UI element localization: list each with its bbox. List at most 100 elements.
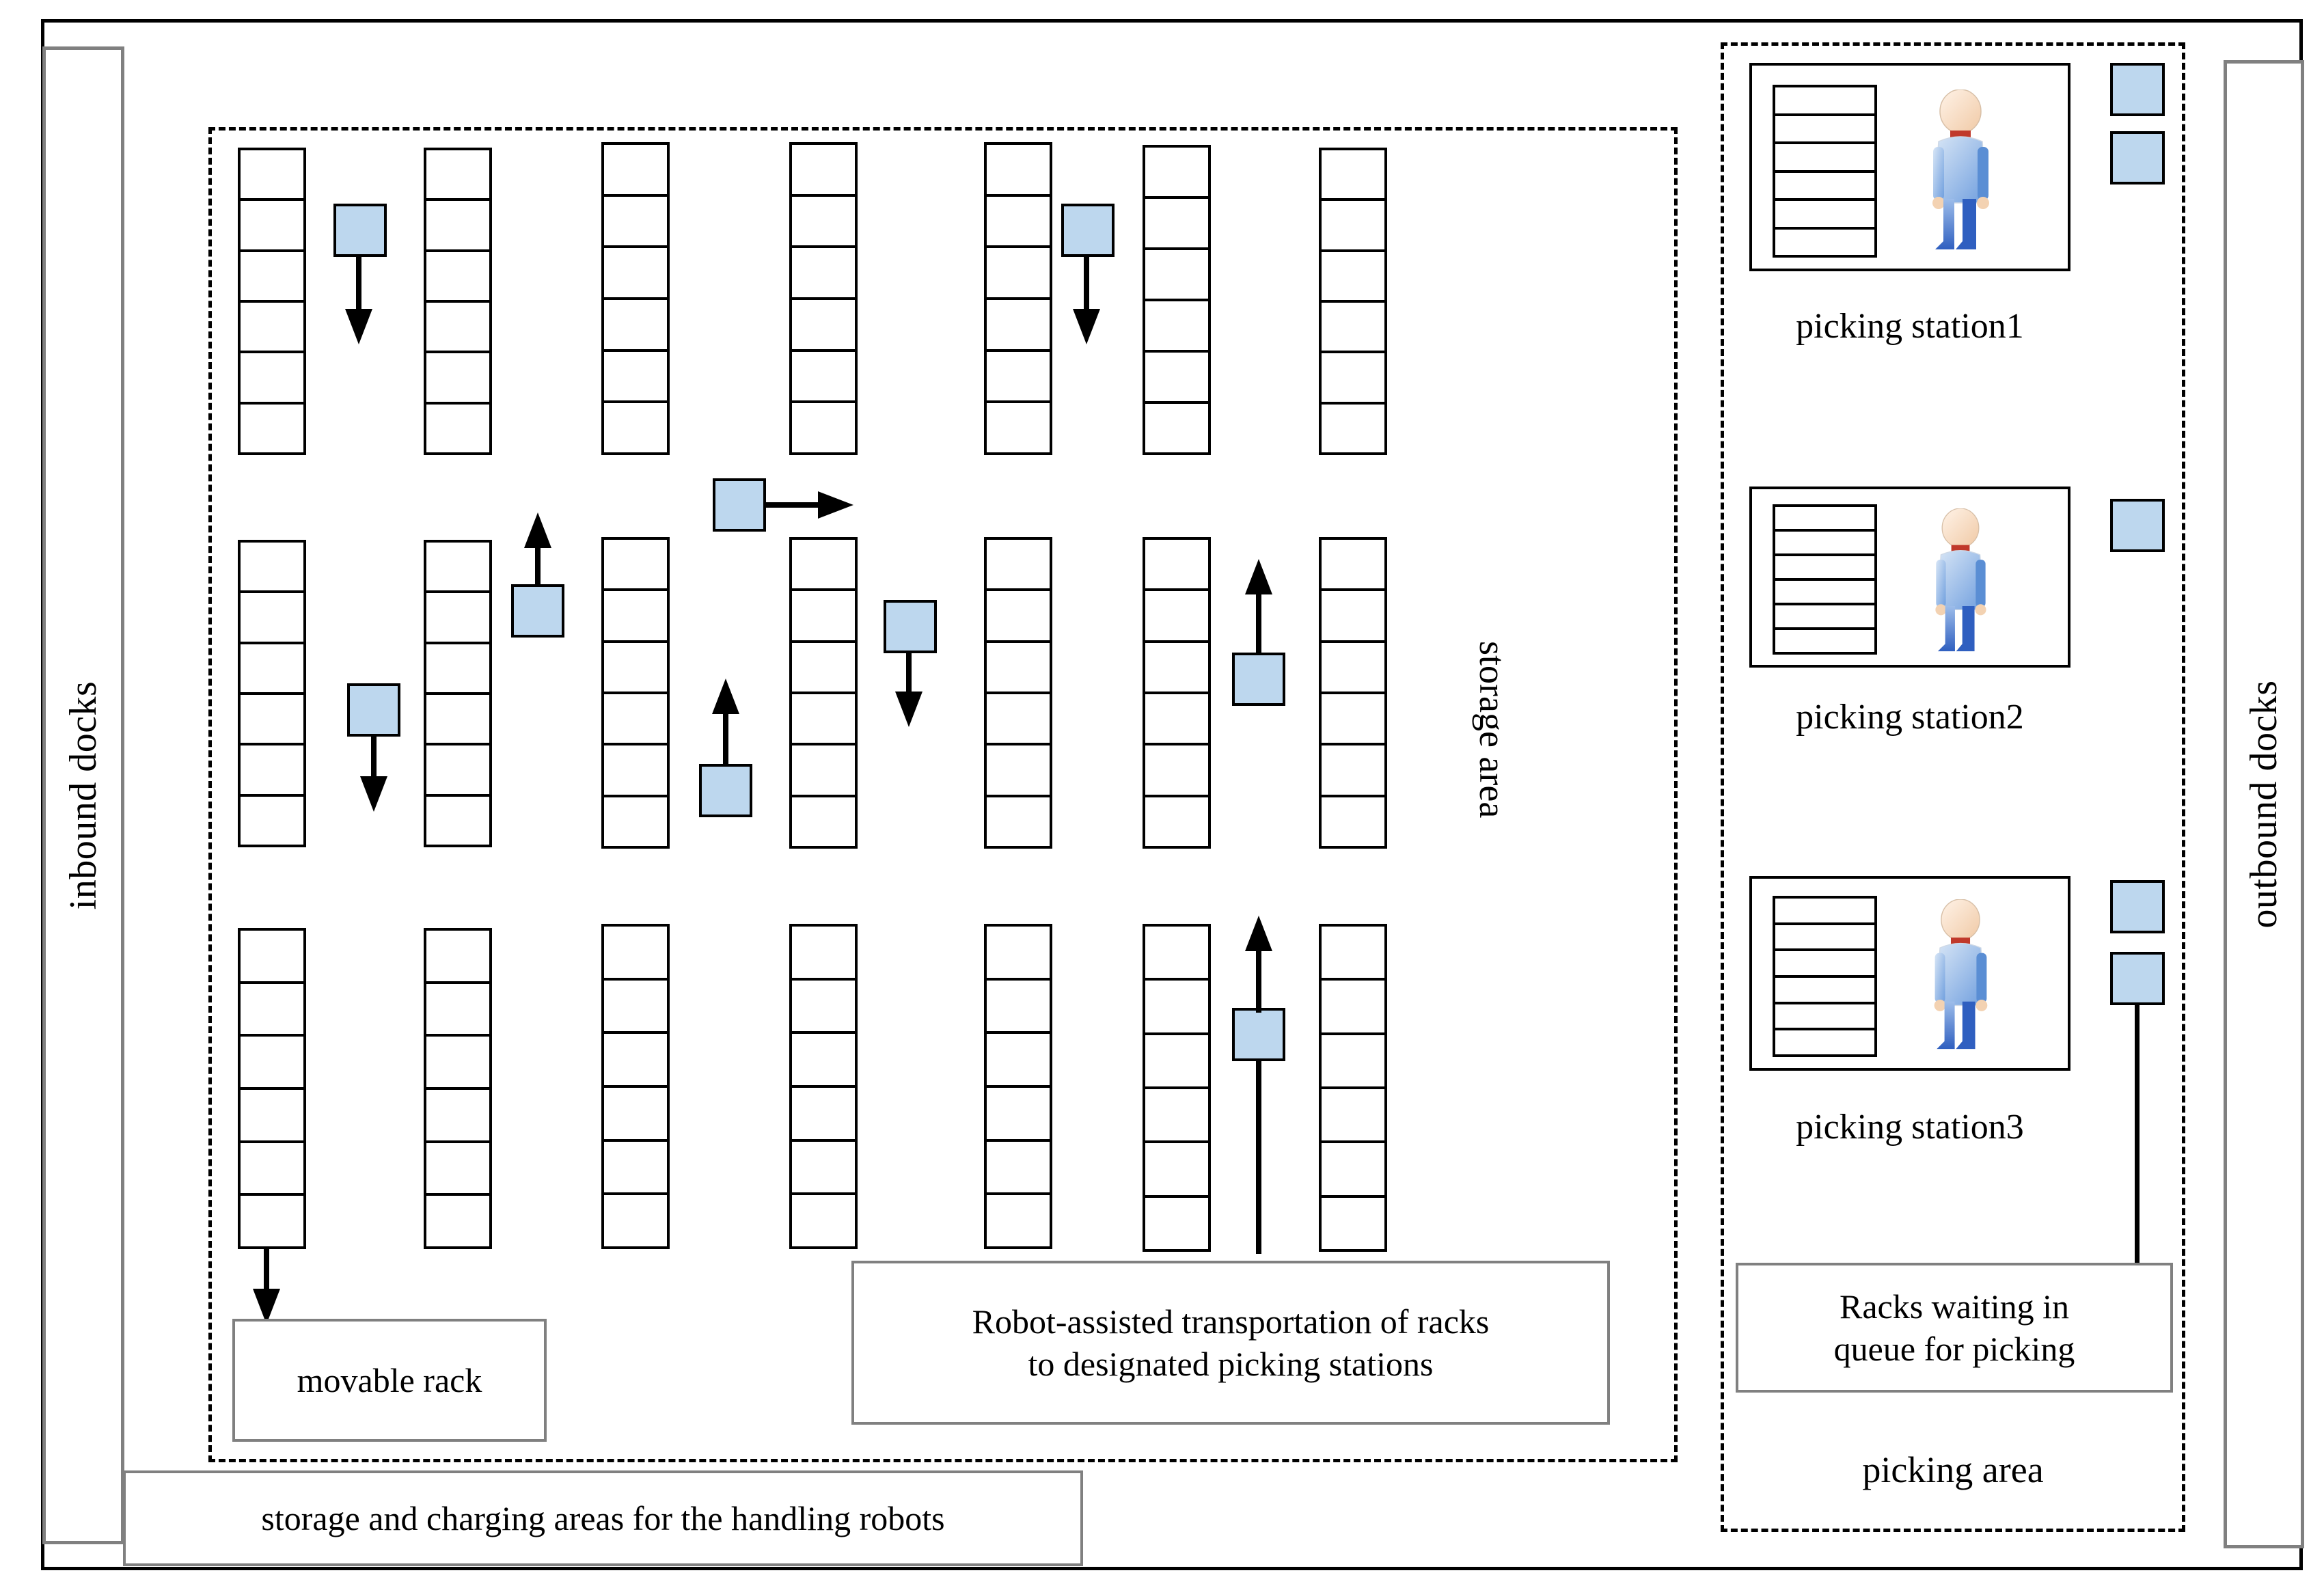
picking-station-2-rack <box>1773 504 1877 655</box>
rack-cell <box>1322 540 1384 592</box>
rack-cell <box>604 300 667 352</box>
rack-cell <box>604 981 667 1035</box>
rack-cell <box>1145 643 1208 694</box>
rack-r1-c6 <box>1143 145 1211 455</box>
rack-r1-c1 <box>238 148 306 455</box>
rack-r1-c2 <box>424 148 492 455</box>
picking-station-3-box <box>1749 876 2070 1071</box>
rack-cell <box>987 403 1050 452</box>
rack-cell <box>987 197 1050 249</box>
picking-station-2-box <box>1749 487 2070 668</box>
handling-robot-r8 <box>699 764 752 817</box>
handling-robot-r1 <box>333 204 387 257</box>
rack-cell <box>792 300 855 352</box>
rack-cell <box>426 797 489 845</box>
rack-cell <box>792 694 855 746</box>
rack-cell <box>1322 694 1384 746</box>
robot-path-arrow-r5-shaft <box>371 737 377 778</box>
rack-cell <box>241 1143 303 1196</box>
movable-rack-callout-text: movable rack <box>297 1360 482 1399</box>
rack-cell <box>241 695 303 746</box>
rack-cell <box>241 150 303 202</box>
queued-robot-station1-a <box>2110 63 2165 116</box>
rack-cell <box>604 797 667 846</box>
rack-cell <box>1322 1035 1384 1089</box>
rack-cell <box>604 352 667 404</box>
rack-cell <box>241 303 303 354</box>
station-rack-row <box>1775 144 1874 173</box>
rack-r2-c2 <box>424 540 492 847</box>
rack-cell <box>241 644 303 695</box>
station-rack-row <box>1775 581 1874 605</box>
robot-path-arrow-r9-head <box>1245 916 1272 951</box>
racks-queue-callout: Racks waiting in queue for picking <box>1736 1263 2173 1393</box>
rack-cell <box>792 797 855 846</box>
rack-cell <box>1322 353 1384 405</box>
rack-cell <box>241 984 303 1037</box>
queued-robot-station2-a <box>2110 499 2165 552</box>
rack-cell <box>1322 303 1384 354</box>
robot-path-arrow-r3-head <box>818 491 853 519</box>
rack-cell <box>1145 1089 1208 1144</box>
outbound-docks-area: outbound docks <box>2224 60 2304 1548</box>
rack-cell <box>1145 1198 1208 1249</box>
rack-cell <box>792 927 855 981</box>
queued-robot-station3-b <box>2110 952 2165 1005</box>
handling-robot-r9 <box>1232 1008 1285 1061</box>
station-rack-row <box>1775 173 1874 201</box>
handling-robot-r7 <box>1232 653 1285 706</box>
inbound-docks-area: inbound docks <box>42 46 124 1544</box>
robot-path-arrow-r2-shaft <box>1084 257 1089 310</box>
rack-cell <box>426 543 489 594</box>
robot-path-arrow-r7-head <box>1245 559 1272 594</box>
rack-r3-c6 <box>1143 924 1211 1252</box>
rack-cell <box>1145 404 1208 452</box>
rack-cell <box>1145 148 1208 199</box>
station-rack-row <box>1775 507 1874 532</box>
rack-cell <box>987 1034 1050 1089</box>
rack-cell <box>1145 745 1208 797</box>
station-rack-row <box>1775 230 1874 256</box>
rack-cell <box>1145 540 1208 592</box>
rack-cell <box>987 745 1050 797</box>
robot-path-arrow-r4-shaft <box>535 547 541 586</box>
picker-person-icon-2 <box>1935 508 1986 652</box>
rack-cell <box>987 981 1050 1035</box>
robot-path-arrow-r9-shaft-upper <box>1256 950 1261 1013</box>
station-rack-row <box>1775 899 1874 925</box>
rack-cell <box>987 1195 1050 1246</box>
rack-cell <box>1322 252 1384 303</box>
robot-path-arrow-r5-head <box>360 776 387 812</box>
rack-r2-c7 <box>1319 537 1387 849</box>
rack-cell <box>987 352 1050 404</box>
station-rack-row <box>1775 87 1874 116</box>
movable-rack-pointer-shaft <box>264 1249 269 1290</box>
rack-cell <box>426 252 489 303</box>
rack-cell <box>241 405 303 452</box>
rack-cell <box>987 797 1050 846</box>
rack-r3-c1 <box>238 928 306 1249</box>
picking-station-1-rack <box>1773 85 1877 258</box>
rack-cell <box>1322 150 1384 202</box>
rack-cell <box>1145 1035 1208 1089</box>
rack-r3-c2 <box>424 928 492 1249</box>
robot-path-arrow-r6-head <box>895 692 922 727</box>
rack-cell <box>241 353 303 405</box>
warehouse-layout-diagram: inbound docks outbound docks storage are… <box>0 0 2324 1588</box>
rack-cell <box>1322 201 1384 252</box>
rack-cell <box>241 1196 303 1246</box>
rack-cell <box>1145 250 1208 301</box>
rack-cell <box>604 248 667 301</box>
rack-cell <box>792 1034 855 1089</box>
rack-r1-c7 <box>1319 148 1387 455</box>
rack-cell <box>792 1142 855 1196</box>
storage-area-label: storage area <box>1472 641 1513 819</box>
rack-cell <box>792 1195 855 1246</box>
robot-path-arrow-r3-shaft <box>766 502 819 508</box>
robot-path-arrow-r8-shaft <box>723 713 728 766</box>
rack-cell <box>1145 591 1208 643</box>
handling-robot-r6 <box>884 600 937 653</box>
robot-path-arrow-r8-head <box>712 679 739 714</box>
rack-cell <box>604 197 667 249</box>
rack-cell <box>1145 301 1208 353</box>
